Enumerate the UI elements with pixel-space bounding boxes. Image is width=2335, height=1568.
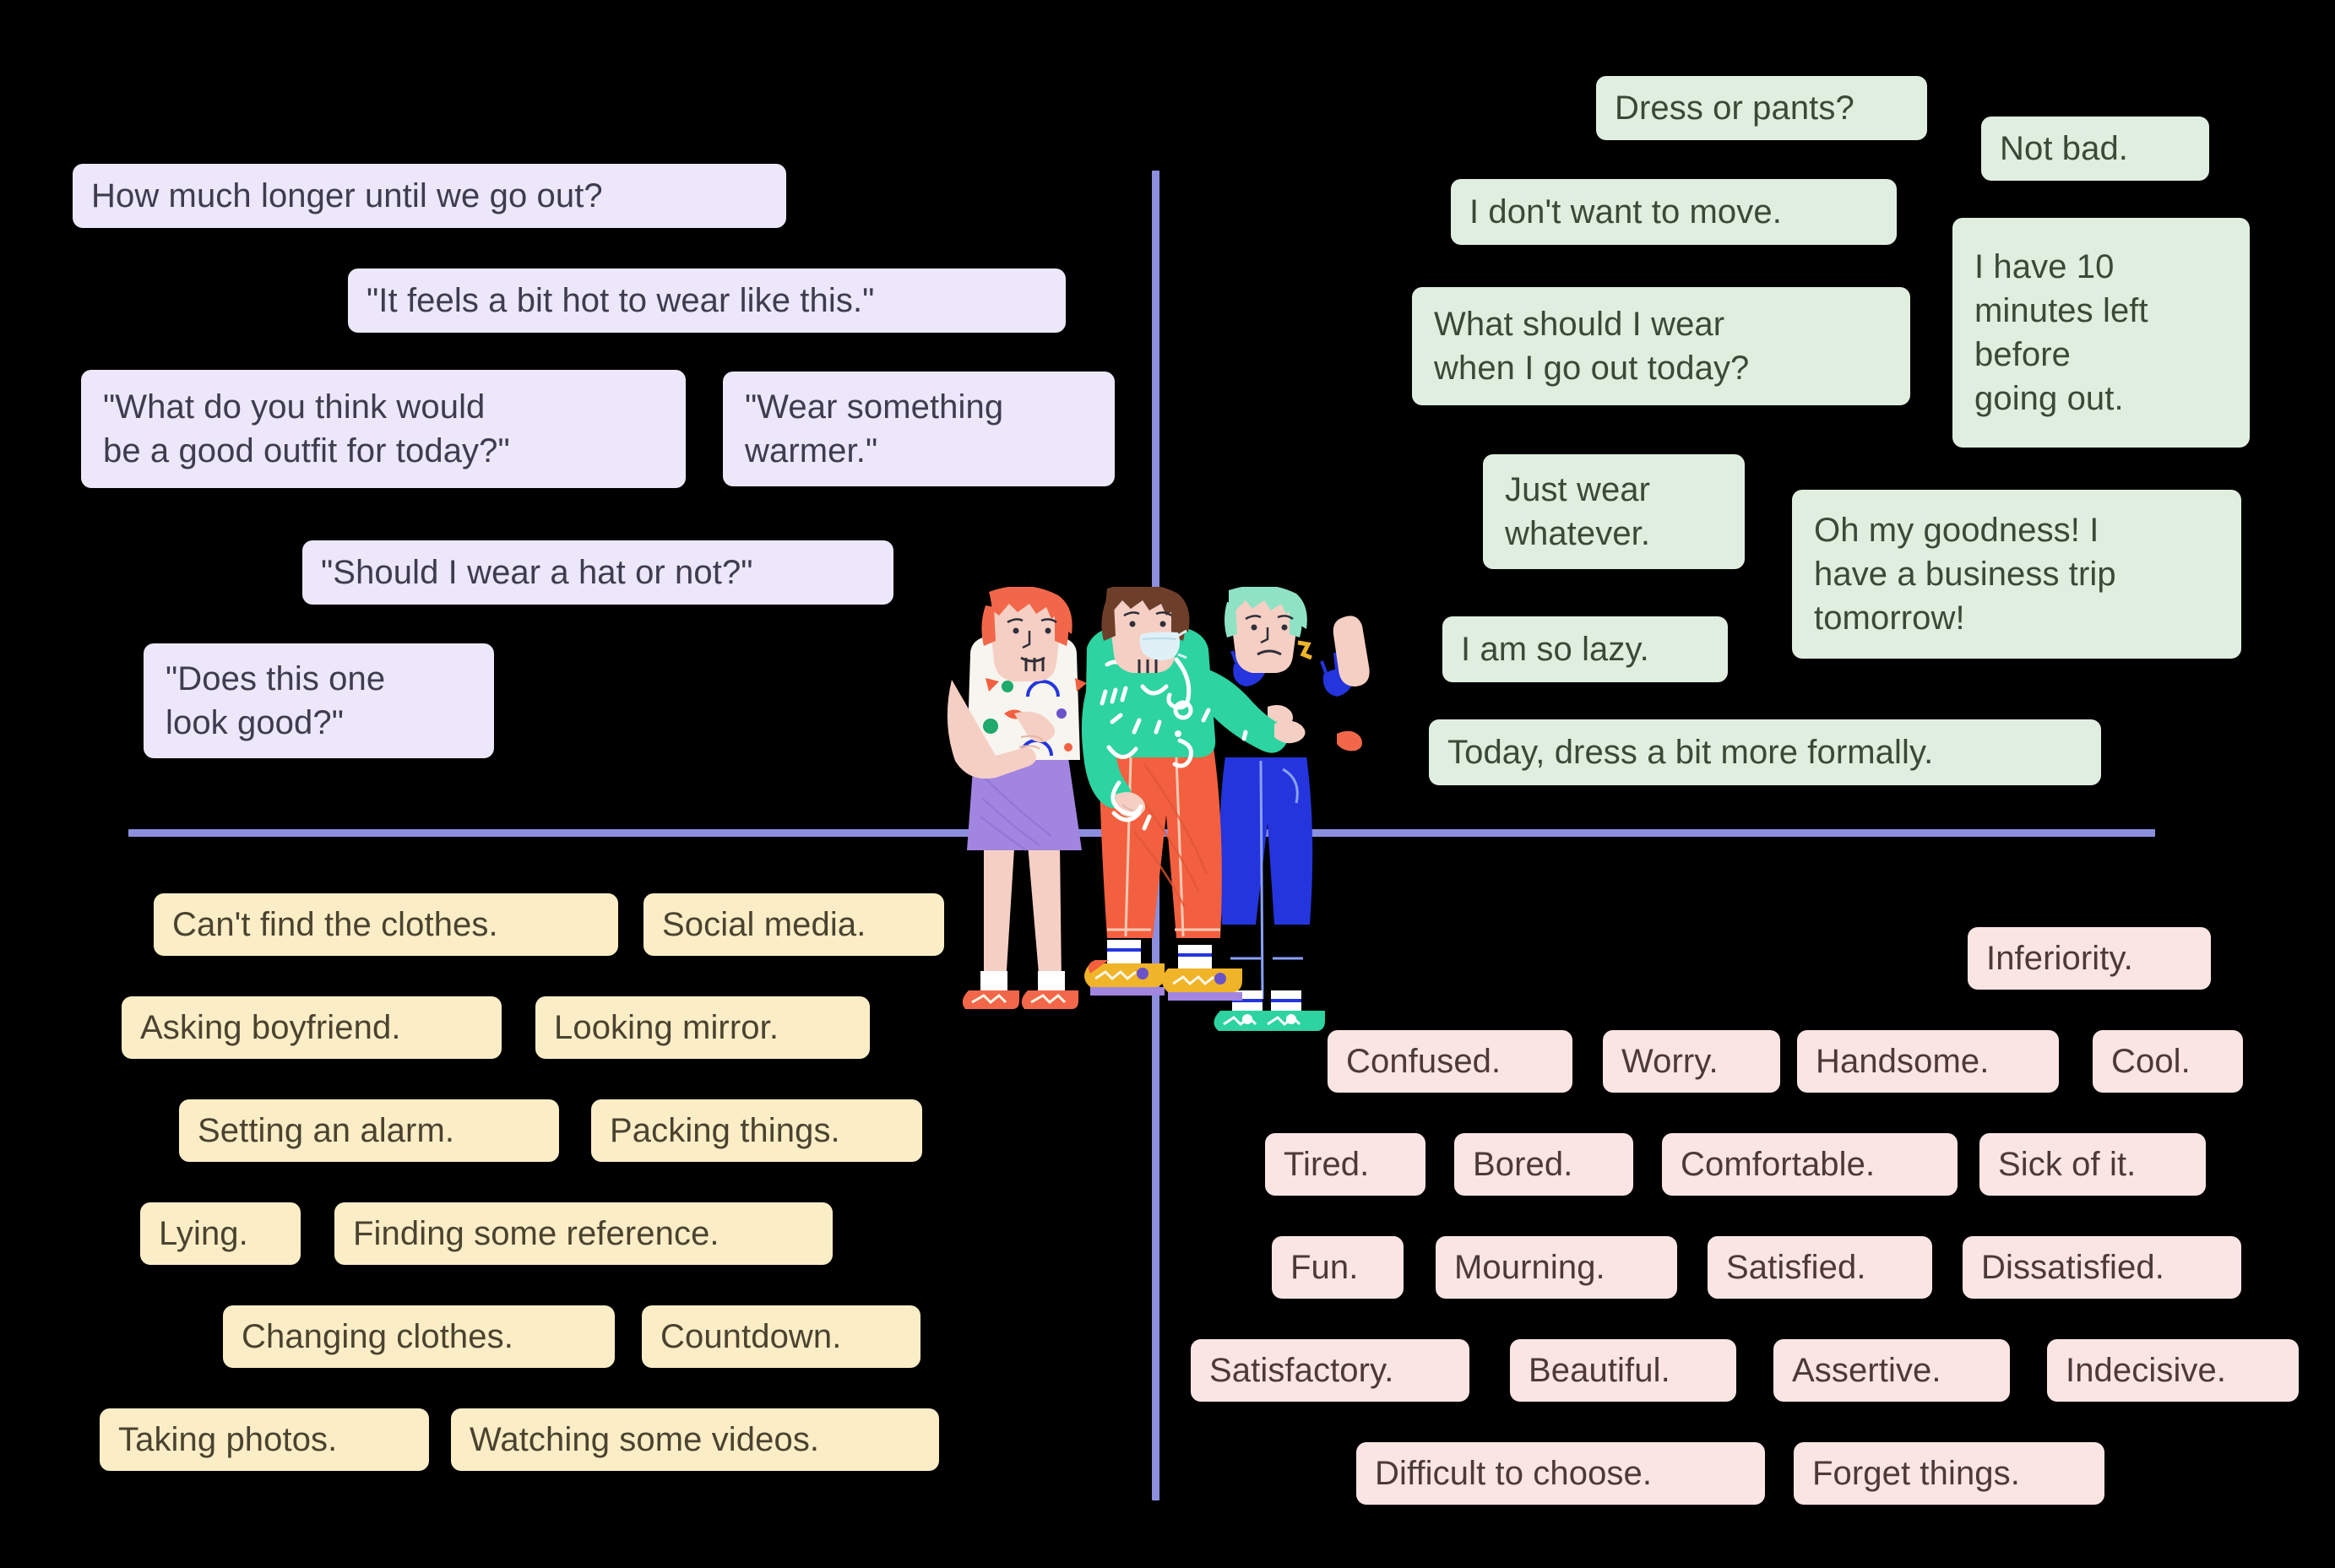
note-green[interactable]: Dress or pants? [1596,76,1927,140]
note-green[interactable]: What should I wear when I go out today? [1412,287,1910,405]
note-pink[interactable]: Confused. [1328,1030,1572,1093]
note-pink[interactable]: Difficult to choose. [1356,1442,1765,1505]
note-yellow[interactable]: Can't find the clothes. [154,893,618,956]
note-purple[interactable]: "It feels a bit hot to wear like this." [348,269,1066,333]
note-pink[interactable]: Indecisive. [2047,1339,2299,1402]
note-yellow[interactable]: Social media. [643,893,944,956]
note-pink[interactable]: Comfortable. [1662,1133,1958,1196]
three-people-getting-dressed-illustration [947,587,1370,1031]
note-yellow[interactable]: Changing clothes. [223,1305,615,1368]
note-yellow[interactable]: Lying. [140,1202,301,1265]
note-pink[interactable]: Worry. [1603,1030,1780,1093]
note-pink[interactable]: Beautiful. [1510,1339,1736,1402]
note-purple[interactable]: "Does this one look good?" [144,643,494,758]
affinity-board: How much longer until we go out? "It feel… [0,0,2335,1568]
note-pink[interactable]: Handsome. [1797,1030,2059,1093]
note-pink[interactable]: Cool. [2093,1030,2243,1093]
note-yellow[interactable]: Watching some videos. [451,1408,939,1471]
note-green[interactable]: Not bad. [1981,117,2209,181]
note-pink[interactable]: Bored. [1454,1133,1633,1196]
note-yellow[interactable]: Countdown. [642,1305,920,1368]
note-green[interactable]: Just wear whatever. [1483,454,1745,569]
note-purple[interactable]: "Should I wear a hat or not?" [302,540,893,605]
note-green[interactable]: I am so lazy. [1442,616,1728,682]
note-pink[interactable]: Dissatisfied. [1963,1236,2241,1299]
note-pink[interactable]: Inferiority. [1968,927,2211,990]
note-yellow[interactable]: Looking mirror. [535,996,870,1059]
note-pink[interactable]: Sick of it. [1979,1133,2206,1196]
note-pink[interactable]: Tired. [1265,1133,1425,1196]
note-yellow[interactable]: Asking boyfriend. [122,996,502,1059]
note-purple[interactable]: "Wear something warmer." [723,372,1115,486]
horizontal-axis-line [128,829,2155,837]
note-pink[interactable]: Fun. [1272,1236,1404,1299]
note-pink[interactable]: Forget things. [1794,1442,2104,1505]
note-pink[interactable]: Assertive. [1773,1339,2010,1402]
note-purple[interactable]: How much longer until we go out? [73,164,786,228]
note-green[interactable]: I don't want to move. [1451,179,1897,245]
note-yellow[interactable]: Setting an alarm. [179,1099,559,1162]
note-pink[interactable]: Satisfied. [1708,1236,1932,1299]
note-green[interactable]: Oh my goodness! I have a business trip t… [1792,490,2241,659]
note-yellow[interactable]: Finding some reference. [334,1202,833,1265]
note-green[interactable]: Today, dress a bit more formally. [1429,719,2101,785]
note-yellow[interactable]: Taking photos. [100,1408,429,1471]
note-yellow[interactable]: Packing things. [591,1099,922,1162]
note-pink[interactable]: Satisfactory. [1191,1339,1469,1402]
note-green[interactable]: I have 10 minutes left before going out. [1952,218,2250,448]
note-purple[interactable]: "What do you think would be a good outfi… [81,370,686,488]
note-pink[interactable]: Mourning. [1436,1236,1677,1299]
